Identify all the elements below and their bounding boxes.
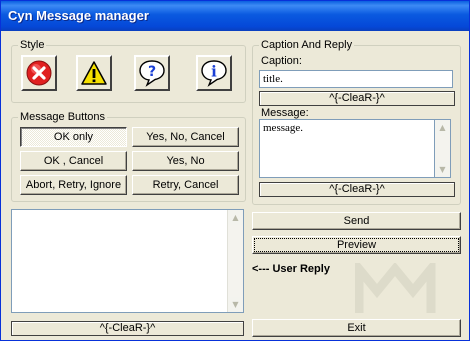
message-textarea[interactable]: message. — [259, 119, 435, 178]
title-bar[interactable]: Cyn Message manager — [1, 1, 469, 31]
scroll-up-arrow[interactable]: ▲ — [228, 210, 243, 225]
style-question-button[interactable]: ? — [134, 55, 170, 91]
message-clear-button[interactable]: ^{-CleaR-}^ — [259, 182, 455, 197]
message-buttons-legend: Message Buttons — [20, 111, 105, 123]
preview-label: Preview — [254, 238, 459, 252]
message-text: message. — [263, 122, 304, 134]
scroll-down-arrow[interactable]: ▼ — [228, 297, 243, 312]
ok-only-button[interactable]: OK only — [20, 127, 127, 147]
caption-label: Caption: — [261, 55, 302, 67]
svg-text:?: ? — [148, 64, 156, 80]
style-group-legend: Style — [20, 39, 45, 51]
user-reply-label: <--- User Reply — [252, 263, 330, 275]
retry-cancel-button[interactable]: Retry, Cancel — [132, 175, 239, 195]
style-info-button[interactable]: i — [196, 55, 232, 91]
ok-cancel-button[interactable]: OK , Cancel — [20, 151, 127, 171]
question-icon: ? — [139, 60, 165, 87]
output-clear-button[interactable]: ^{-CleaR-}^ — [11, 321, 244, 336]
watermark-logo — [355, 263, 436, 313]
scroll-down-arrow[interactable]: ▼ — [435, 162, 450, 177]
yes-no-cancel-button[interactable]: Yes, No, Cancel — [132, 127, 239, 147]
style-warning-button[interactable] — [76, 55, 112, 91]
output-textarea[interactable]: ▲ ▼ — [11, 209, 244, 313]
yes-no-button[interactable]: Yes, No — [132, 151, 239, 171]
caption-input[interactable]: title. — [259, 70, 453, 88]
svg-text:i: i — [211, 63, 217, 81]
caption-reply-legend: Caption And Reply — [261, 39, 353, 51]
abort-retry-ignore-button[interactable]: Abort, Retry, Ignore — [20, 175, 127, 195]
message-scrollbar[interactable]: ▲ ▼ — [435, 119, 451, 178]
output-scrollbar[interactable]: ▲ ▼ — [227, 210, 243, 312]
style-error-button[interactable] — [21, 55, 57, 91]
app-window: Cyn Message manager Style ? i Message Bu… — [0, 0, 470, 341]
send-button[interactable]: Send — [252, 212, 461, 230]
message-label: Message: — [261, 107, 309, 119]
exit-button[interactable]: Exit — [252, 319, 461, 337]
warning-icon — [81, 61, 107, 85]
scroll-up-arrow[interactable]: ▲ — [435, 120, 450, 135]
preview-button[interactable]: Preview — [252, 236, 461, 254]
error-icon — [26, 60, 52, 86]
info-icon: i — [201, 60, 227, 87]
caption-clear-button[interactable]: ^{-CleaR-}^ — [259, 91, 455, 106]
window-title: Cyn Message manager — [8, 8, 149, 23]
